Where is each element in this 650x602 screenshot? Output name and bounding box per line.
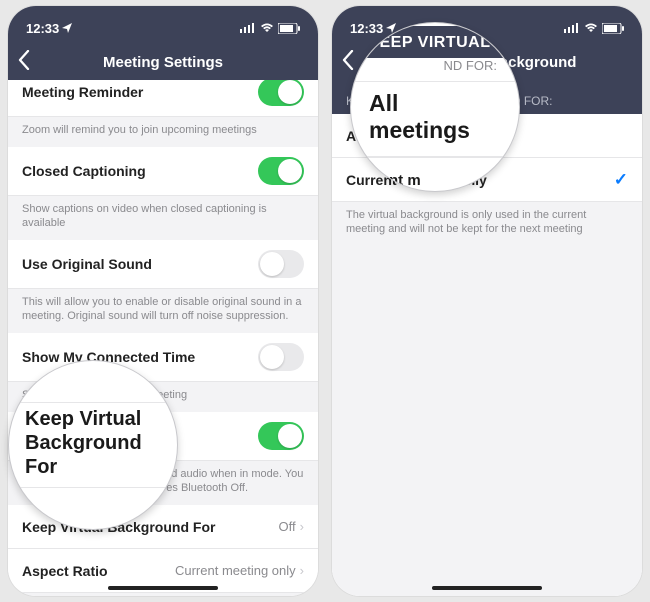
row-label: Use Original Sound: [22, 256, 152, 272]
row-label: Meeting Reminder: [22, 84, 143, 100]
magnified-caption: ND FOR:: [351, 58, 519, 77]
back-button[interactable]: [18, 50, 30, 70]
toggle-safe-driving[interactable]: [258, 422, 304, 450]
signal-icon: [240, 23, 256, 33]
toggle-connected-time[interactable]: [258, 343, 304, 371]
row-closed-captioning[interactable]: Closed Captioning: [8, 147, 318, 196]
wifi-icon: [584, 23, 598, 33]
hint: Zoom will remind you to join upcoming me…: [8, 117, 318, 147]
hint: Show captions on video when closed capti…: [8, 196, 318, 240]
row-value: Current meeting only: [175, 563, 296, 578]
toggle-closed-captioning[interactable]: [258, 157, 304, 185]
home-indicator[interactable]: [108, 586, 218, 590]
status-time: 12:33: [350, 21, 383, 36]
location-icon: [62, 23, 72, 33]
nav-bar: Meeting Settings: [8, 44, 318, 80]
status-bar: 12:33: [8, 6, 318, 44]
chevron-right-icon: ›: [300, 563, 304, 578]
row-meeting-reminder[interactable]: Meeting Reminder: [8, 80, 318, 117]
chevron-right-icon: ›: [300, 519, 304, 534]
magnified-option: All meetings: [351, 82, 519, 152]
back-button[interactable]: [342, 50, 354, 70]
signal-icon: [564, 23, 580, 33]
wifi-icon: [260, 23, 274, 33]
magnifier-left: Keep Virtual Background For: [8, 360, 178, 530]
toggle-original-sound[interactable]: [258, 250, 304, 278]
battery-icon: [278, 23, 300, 34]
row-label: Aspect Ratio: [22, 563, 108, 579]
nav-title: Meeting Settings: [103, 54, 223, 71]
section-gap: [8, 593, 318, 596]
status-time: 12:33: [26, 21, 59, 36]
status-bar: 12:33: [332, 6, 642, 44]
battery-icon: [602, 23, 624, 34]
magnifier-right: EEP VIRTUAL ND FOR: All meetings rrent m: [350, 22, 520, 192]
hint: The virtual background is only used in t…: [332, 202, 642, 246]
checkmark-icon: ✓: [614, 170, 628, 190]
row-value: Off: [279, 519, 296, 534]
row-label: Closed Captioning: [22, 163, 146, 179]
row-original-sound[interactable]: Use Original Sound: [8, 240, 318, 289]
toggle-meeting-reminder[interactable]: [258, 80, 304, 106]
home-indicator[interactable]: [432, 586, 542, 590]
hint: This will allow you to enable or disable…: [8, 289, 318, 333]
magnified-text: Keep Virtual Background For: [9, 403, 177, 483]
